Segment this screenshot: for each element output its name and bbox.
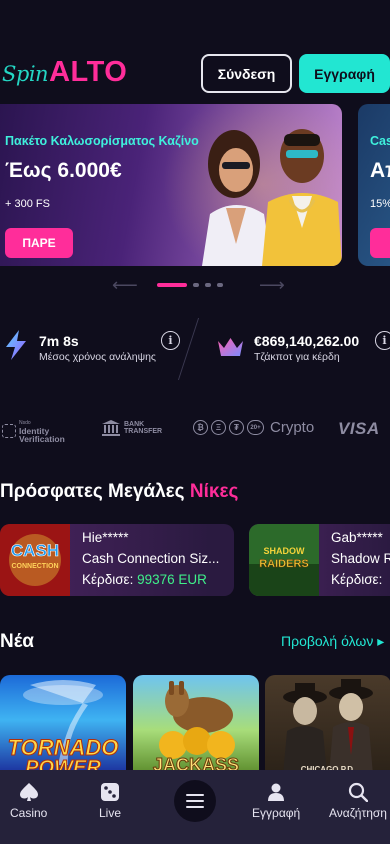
jackpot-value: €869,140,262.00 (254, 333, 360, 349)
ethereum-icon: Ξ (211, 420, 226, 435)
thumb-text-connection: CONNECTION (11, 563, 58, 570)
won-label: Κέρδισε: (82, 572, 134, 587)
win-username: Gab***** (331, 530, 383, 545)
info-icon[interactable]: i (161, 331, 180, 350)
big-wins-title: Πρόσφατες Μεγάλες Νίκες (0, 481, 238, 503)
banner-subtitle: + 300 FS (5, 198, 50, 210)
register-button[interactable]: Εγγραφή (299, 54, 390, 93)
nav-live-label: Live (99, 806, 122, 820)
page: Spin ALTO Σύνδεση Εγγραφή Πακέτο Καλωσορ… (0, 0, 390, 844)
bottom-navigation: Casino Live Εγγραφή Αναζήτηση (0, 770, 390, 844)
nav-search-label: Αναζήτηση (329, 806, 387, 820)
next-banner-button[interactable] (370, 228, 390, 258)
win-game-name: Cash Connection Siz... (82, 551, 220, 566)
bank-line1: BANK (124, 421, 145, 428)
crypto-label: Crypto (270, 419, 315, 436)
banner-people-illustration (202, 129, 342, 266)
nav-live[interactable]: Live (99, 782, 121, 820)
game-tile-chicago-pd[interactable]: CHICAGO P.D. (265, 675, 390, 775)
bitcoin-icon: ₿ (193, 420, 208, 435)
more-coins-badge: 20+ (247, 420, 264, 435)
visa-logo: VISA (338, 419, 380, 438)
hamburger-menu-icon (186, 794, 204, 808)
big-win-card[interactable]: CASH CONNECTION Hie***** Cash Connection… (0, 524, 234, 596)
stats-bar: 7m 8s Μέσος χρόνος ανάληψης i €869,140,2… (0, 318, 390, 380)
nav-search[interactable]: Αναζήτηση (329, 782, 387, 820)
menu-button[interactable] (174, 780, 216, 822)
arrow-right-icon[interactable]: ⟶ (259, 276, 285, 294)
win-username: Hie***** (82, 530, 129, 545)
win-amount-row: Κέρδισε: (331, 572, 382, 587)
nav-casino-label: Casino (10, 806, 48, 820)
banner-claim-button[interactable]: ΠΑΡΕ (5, 228, 73, 258)
user-icon (268, 783, 285, 801)
jackass-artwork: JACKASS (152, 681, 240, 775)
thumb-text-shadow: SHADOW (264, 546, 306, 556)
stats-divider (177, 318, 200, 380)
thumb-text-cash: CASH (11, 541, 59, 560)
thumb-text-raiders: RAIDERS (259, 558, 309, 570)
withdrawal-time-value: 7m 8s (39, 333, 79, 349)
bank-transfer-logo: BANK TRANSFER (102, 420, 162, 436)
info-icon[interactable]: i (375, 331, 390, 350)
lightning-bolt-icon (6, 330, 26, 360)
promo-banner[interactable]: Πακέτο Καλωσορίσματος Καζίνο Έως 6.000€ … (0, 104, 342, 266)
crypto-logo: ₿ Ξ ₮ 20+ Crypto (193, 419, 314, 436)
id-line2: Verification (19, 434, 65, 444)
spade-icon (19, 783, 38, 801)
carousel-dot-active[interactable] (157, 283, 187, 287)
cash-connection-thumbnail: CASH CONNECTION (0, 524, 70, 596)
view-all-link[interactable]: Προβολή όλων ▸ (281, 633, 384, 650)
nav-register[interactable]: Εγγραφή (252, 782, 300, 820)
next-banner-subtitle: 15% α (370, 198, 390, 210)
next-promo-banner[interactable]: Cas Απ 15% α (358, 104, 390, 266)
chicago-artwork: CHICAGO P.D. (283, 679, 373, 775)
new-games-title: Νέα (0, 631, 34, 652)
logo-alto-text: ALTO (49, 56, 128, 88)
identity-verification-logo: Nsdo Identity Verification (2, 419, 65, 443)
banner-title: Έως 6.000€ (5, 159, 122, 182)
dice-icon (101, 783, 119, 801)
arrow-left-icon[interactable]: ⟵ (112, 276, 138, 294)
banner-kicker: Πακέτο Καλωσορίσματος Καζίνο (5, 134, 199, 148)
nav-casino[interactable]: Casino (10, 782, 47, 820)
carousel-dot[interactable] (193, 283, 199, 287)
win-game-name: Shadow R (331, 551, 390, 566)
bank-line2: TRANSFER (124, 428, 163, 435)
carousel-dots (157, 283, 223, 287)
search-icon (348, 782, 368, 802)
payment-methods: Nsdo Identity Verification BANK TRANSFER… (0, 416, 390, 444)
nav-register-label: Εγγραφή (252, 806, 301, 820)
big-wins-title-main: Πρόσφατες Μεγάλες (0, 481, 185, 502)
header: Spin ALTO Σύνδεση Εγγραφή (0, 50, 390, 98)
carousel-dot[interactable] (205, 283, 211, 287)
next-banner-title: Απ (370, 159, 390, 182)
win-amount-row: Κέρδισε: 99376 EUR (82, 572, 207, 587)
tether-icon: ₮ (229, 420, 244, 435)
id-frame-icon (2, 424, 16, 438)
jackpot-label: Τζάκποτ για κέρδη (254, 351, 340, 363)
shadow-raiders-thumbnail: SHADOW RAIDERS (249, 524, 319, 596)
carousel-dot[interactable] (217, 283, 223, 287)
next-banner-kicker: Cas (370, 134, 390, 148)
game-tile-jackass[interactable]: JACKASS (133, 675, 259, 775)
login-button[interactable]: Σύνδεση (201, 54, 292, 93)
big-win-card[interactable]: SHADOW RAIDERS Gab***** Shadow R Κέρδισε… (249, 524, 390, 596)
game-tile-tornado-power[interactable]: TORNADO POWER (0, 675, 126, 775)
won-label: Κέρδισε: (331, 572, 383, 587)
big-wins-title-highlight: Νίκες (189, 481, 239, 502)
bank-icon (102, 420, 120, 436)
win-amount: 99376 EUR (137, 572, 207, 587)
crown-icon (218, 338, 243, 356)
logo-spin-text: Spin (2, 62, 49, 86)
withdrawal-time-label: Μέσος χρόνος ανάληψης (39, 351, 156, 363)
tornado-artwork: TORNADO POWER (7, 680, 119, 775)
logo[interactable]: Spin ALTO (2, 56, 127, 90)
carousel-nav: ⟵ ⟶ (0, 276, 390, 294)
